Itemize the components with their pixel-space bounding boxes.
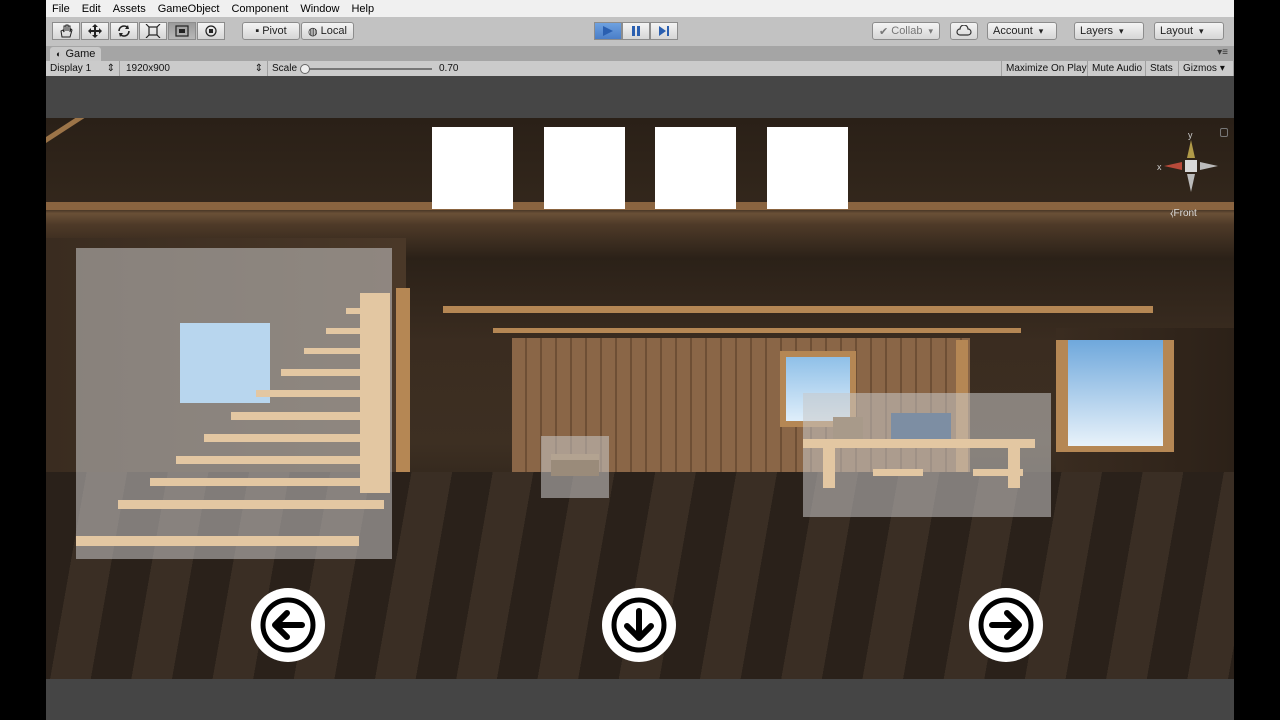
gizmo-x-cone [1164,162,1182,170]
arrow-down-icon [611,597,667,653]
pivot-toggle[interactable]: ▪ Pivot [242,22,300,40]
hand-icon [60,24,73,38]
arrow-left-icon [260,597,316,653]
menu-file[interactable]: File [46,3,76,15]
ceiling-beam [443,306,1153,313]
scene-gizmo[interactable]: y x [1156,128,1226,198]
scale-value: 0.70 [439,63,459,74]
resolution-dropdown[interactable]: 1920x900 ⇕ [122,61,268,76]
nav-back-button[interactable] [602,588,676,662]
tab-menu-icon[interactable]: ▾≡ [1217,47,1228,58]
inventory-slot[interactable] [432,127,513,209]
game-tab[interactable]: ◐ Game [50,47,102,61]
mute-audio-toggle[interactable]: Mute Audio [1088,61,1146,76]
game-controller-icon: ◐ [56,49,62,59]
transform-tool-button[interactable] [197,22,225,40]
scale-icon [145,24,161,38]
rect-tool-button[interactable] [168,22,196,40]
staircase-hotspot[interactable] [76,248,392,559]
scale-slider-handle[interactable] [300,64,310,74]
gizmo-center-cube [1185,160,1197,172]
menu-window[interactable]: Window [294,3,345,15]
arrow-right-icon [978,597,1034,653]
lock-icon[interactable] [1220,128,1228,137]
main-toolbar: ▪Pivot ◍Local ✔Collab Account Layers Lay… [46,17,1234,47]
scale-tool-button[interactable] [139,22,167,40]
gizmo-y-label: y [1188,130,1193,140]
move-tool-button[interactable] [81,22,109,40]
inventory-slot[interactable] [544,127,625,209]
menu-gameobject[interactable]: GameObject [152,3,226,15]
pause-button[interactable] [622,22,650,40]
ceiling-beam [46,202,1234,210]
inventory-slot[interactable] [767,127,848,209]
check-icon: ✔ [879,25,889,38]
game-tab-strip: ◐ Game ▾≡ [46,46,1234,61]
staircase-image [76,293,390,546]
gizmo-neg-x-cone [1200,162,1218,170]
step-icon [659,26,669,36]
game-scene: y x ⧼Front [46,118,1234,679]
pivot-icon: ▪ [255,25,260,37]
local-toggle[interactable]: ◍ Local [301,22,354,40]
gizmo-view-label: ⧼Front [1170,208,1197,219]
transform-icon [205,25,217,37]
stats-toggle[interactable]: Stats [1146,61,1179,76]
rotate-icon [118,25,130,37]
menu-help[interactable]: Help [345,3,380,15]
chest-image [551,454,599,476]
ceiling-beam [493,328,1021,333]
updown-icon: ⇕ [106,63,115,74]
chevron-down-icon: ▾ [1219,63,1225,74]
play-button[interactable] [594,22,622,40]
table-hotspot[interactable] [803,393,1051,517]
account-dropdown[interactable]: Account [987,22,1057,40]
layout-dropdown[interactable]: Layout [1154,22,1224,40]
menu-assets[interactable]: Assets [107,3,152,15]
cloud-icon [956,25,972,36]
collab-dropdown[interactable]: ✔ Collab [872,22,940,40]
menu-bar: File Edit Assets GameObject Component Wi… [46,0,1234,17]
chest-hotspot[interactable] [541,436,609,498]
scale-slider-track[interactable] [304,68,432,70]
hand-tool-button[interactable] [52,22,80,40]
layers-dropdown[interactable]: Layers [1074,22,1144,40]
gizmo-y-cone [1187,140,1195,158]
game-view-letterbox [46,679,1234,720]
maximize-on-play-toggle[interactable]: Maximize On Play [1001,61,1088,76]
step-button[interactable] [650,22,678,40]
cloud-button[interactable] [950,22,978,40]
nav-left-button[interactable] [251,588,325,662]
gizmo-x-label: x [1157,162,1162,172]
game-view-toolbar: Display 1 ⇕ 1920x900 ⇕ Scale 0.70 Maximize… [46,61,1234,77]
gizmo-neg-y-cone [1187,174,1195,192]
pause-icon [632,26,640,36]
game-view: y x ⧼Front [46,76,1234,720]
gizmos-dropdown[interactable]: Gizmos ▾ [1179,61,1234,76]
rect-icon [175,25,189,37]
table-image [803,413,1035,488]
updown-icon: ⇕ [254,63,263,74]
menu-edit[interactable]: Edit [76,3,107,15]
inventory-slot[interactable] [655,127,736,209]
display-dropdown[interactable]: Display 1 ⇕ [46,61,120,76]
menu-component[interactable]: Component [225,3,294,15]
window-glass [1068,340,1163,446]
ceiling-rafter [46,118,172,149]
move-icon [88,24,102,38]
nav-right-button[interactable] [969,588,1043,662]
rotate-tool-button[interactable] [110,22,138,40]
play-icon [603,26,613,36]
globe-icon: ◍ [308,25,318,38]
